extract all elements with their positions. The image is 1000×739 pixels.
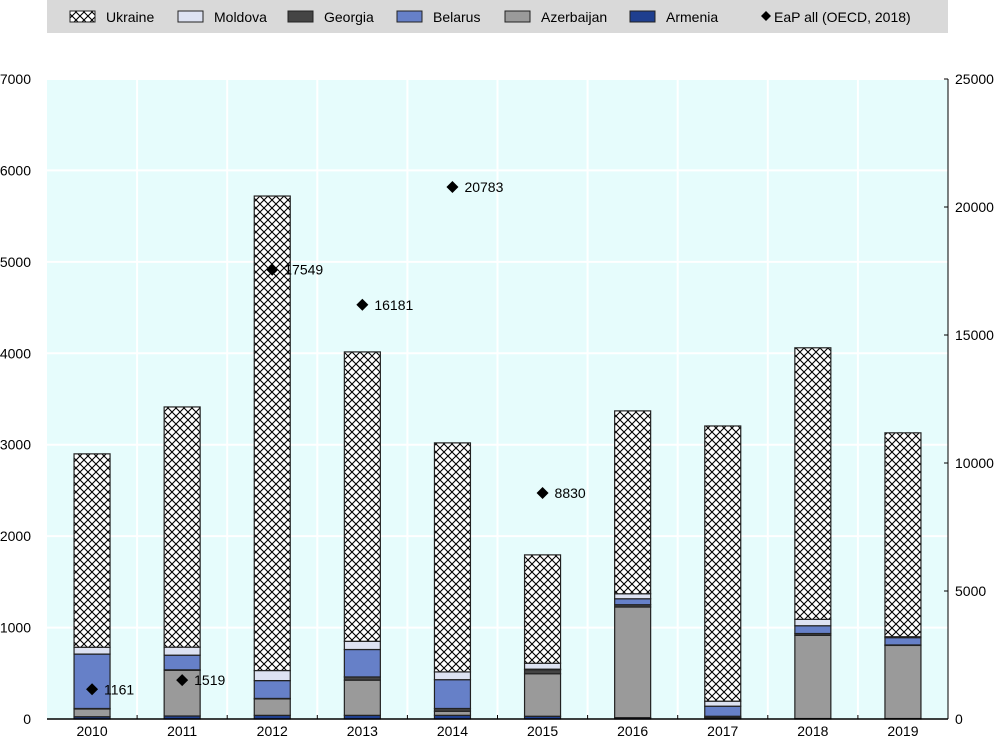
- legend-label: Moldova: [214, 9, 267, 25]
- bar-moldova-2013: [343, 640, 381, 651]
- bar-azerbaijan-2014: [433, 710, 472, 716]
- legend-swatch-belarus: [396, 10, 423, 23]
- stacked-bar-chart: Ukraine Moldova Georgia Belarus Azerbaijan Ar…: [0, 0, 994, 739]
- y-tick-label: 3000: [0, 437, 31, 453]
- bar-belarus-2018: [794, 625, 832, 635]
- bar-belarus-2012: [253, 679, 291, 700]
- bar-belarus-2011: [163, 654, 201, 671]
- eap-data-label: 8830: [555, 485, 586, 501]
- x-tick-label: 2011: [167, 723, 197, 739]
- bar-azerbaijan-2018: [794, 634, 832, 720]
- y2-tick-label: 10000: [955, 455, 994, 471]
- y-tick-label: 1000: [0, 620, 31, 636]
- eap-data-label: 1519: [194, 672, 225, 688]
- y2-tick-label: 15000: [955, 327, 994, 343]
- x-tick-label: 2010: [76, 723, 107, 739]
- y-tick-label: 0: [23, 711, 31, 727]
- bar-moldova-2012: [253, 669, 291, 682]
- y2-tick-label: 20000: [955, 199, 994, 215]
- bar-ukraine-2015: [523, 554, 562, 664]
- bar-ukraine-2019: [884, 432, 922, 638]
- x-tick-label: 2013: [347, 723, 378, 739]
- eap-data-label: 16181: [374, 297, 413, 313]
- legend-swatch-ukraine: [69, 10, 96, 23]
- bar-moldova-2018: [794, 618, 832, 627]
- y-tick-label: 6000: [0, 162, 31, 178]
- bar-belarus-2019: [884, 637, 922, 646]
- bar-moldova-2011: [163, 646, 201, 656]
- bar-moldova-2015: [523, 662, 562, 670]
- bar-belarus-2016: [614, 598, 652, 606]
- eap-data-label: 20783: [464, 179, 503, 195]
- bar-ukraine-2010: [73, 453, 111, 648]
- y2-tick-label: 5000: [955, 583, 986, 599]
- bar-ukraine-2011: [163, 406, 201, 648]
- legend-swatch-georgia: [287, 10, 314, 23]
- bar-moldova-2016: [614, 593, 652, 600]
- x-tick-label: 2015: [527, 723, 558, 739]
- legend-label: Armenia: [666, 9, 718, 25]
- x-tick-label: 2018: [797, 723, 828, 739]
- bar-ukraine-2018: [794, 347, 832, 620]
- bar-moldova-2014: [433, 671, 472, 681]
- bar-azerbaijan-2012: [253, 698, 291, 716]
- bar-ukraine-2013: [343, 351, 381, 642]
- legend-label: Azerbaijan: [541, 9, 607, 25]
- x-tick-label: 2017: [707, 723, 738, 739]
- bar-azerbaijan-2010: [73, 708, 111, 718]
- legend-label: EaP all (OECD, 2018): [774, 9, 911, 25]
- y-tick-label: 7000: [0, 71, 31, 87]
- bar-ukraine-2014: [433, 442, 472, 673]
- legend-swatch-moldova: [177, 10, 204, 23]
- bar-belarus-2017: [704, 705, 742, 717]
- bar-azerbaijan-2013: [343, 679, 381, 716]
- bar-belarus-2013: [343, 648, 381, 678]
- x-tick-label: 2012: [257, 723, 288, 739]
- legend: Ukraine Moldova Georgia Belarus Azerbaijan Ar…: [47, 0, 948, 33]
- y2-tick-label: 25000: [955, 71, 994, 87]
- eap-data-label: 1161: [104, 681, 134, 697]
- y-tick-label: 4000: [0, 345, 31, 361]
- bar-moldova-2017: [704, 700, 742, 707]
- legend-swatch-azerbaijan: [504, 10, 531, 23]
- legend-label: Georgia: [324, 9, 374, 25]
- x-tick-label: 2016: [617, 723, 648, 739]
- bar-azerbaijan-2016: [614, 606, 652, 719]
- y-tick-label: 2000: [0, 528, 31, 544]
- y-tick-label: 5000: [0, 254, 31, 270]
- x-tick-label: 2014: [437, 723, 468, 739]
- legend-label: Ukraine: [106, 9, 154, 25]
- bar-ukraine-2017: [704, 425, 742, 702]
- bar-azerbaijan-2019: [884, 644, 922, 720]
- bar-belarus-2014: [433, 679, 472, 710]
- bar-moldova-2010: [73, 646, 111, 655]
- bar-ukraine-2016: [614, 410, 652, 595]
- legend-swatch-armenia: [629, 10, 656, 23]
- eap-data-label: 17549: [284, 262, 323, 278]
- x-tick-label: 2019: [887, 723, 918, 739]
- y2-tick-label: 0: [955, 711, 963, 727]
- legend-label: Belarus: [433, 9, 480, 25]
- bar-azerbaijan-2015: [523, 673, 562, 717]
